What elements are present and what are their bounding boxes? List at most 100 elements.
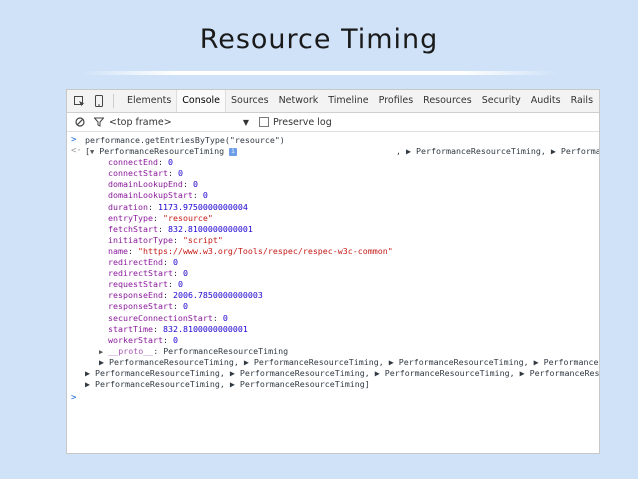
property-row: fetchStart: 832.8100000000001 <box>108 223 253 234</box>
console-command: performance.getEntriesByType("resource") <box>85 135 285 145</box>
property-key: connectStart <box>108 168 168 179</box>
property-row: duration: 1173.9750000000004 <box>108 201 248 212</box>
property-row: connectEnd: 0 <box>108 157 173 168</box>
property-row: requestStart: 0 <box>108 279 183 290</box>
property-row: connectStart: 0 <box>108 168 183 179</box>
property-row: domainLookupStart: 0 <box>108 190 208 201</box>
dropdown-caret-icon: ▼ <box>242 117 249 127</box>
tab-security[interactable]: Security <box>477 90 526 112</box>
property-value: 0 <box>172 257 178 268</box>
tab-timeline[interactable]: Timeline <box>323 90 373 112</box>
property-key: secureConnectionStart <box>108 312 213 323</box>
info-icon[interactable]: i <box>229 147 238 156</box>
property-list: connectEnd: 0 connectStart: 0 domainLookup… <box>67 157 599 346</box>
result-header-trailing: , ▶ PerformanceResourceTiming, ▶ Perform… <box>396 146 600 157</box>
tab-rails[interactable]: Rails <box>566 90 598 112</box>
property-key: connectEnd <box>108 157 158 168</box>
property-key: entryType <box>108 212 153 223</box>
property-value: 0 <box>192 179 198 190</box>
property-row: entryType: "resource" <box>108 212 213 223</box>
property-value: 0 <box>202 190 208 201</box>
tab-resources[interactable]: Resources <box>418 90 477 112</box>
collapsed-entry-row[interactable]: ▶ PerformanceResourceTiming, ▶ Performan… <box>67 368 599 379</box>
console-toolbar: <top frame> ▼ Preserve log <box>67 113 599 132</box>
property-key: workerStart <box>108 334 163 345</box>
collapsed-entry-text: ▶ PerformanceResourceTiming, ▶ Performan… <box>99 356 600 367</box>
property-key: initiatorType <box>108 234 173 245</box>
devtools-tabbar: Elements Console Sources Network Timeline Pro… <box>67 90 599 113</box>
collapsed-entry-row[interactable]: ▶ PerformanceResourceTiming, ▶ Performan… <box>67 379 599 390</box>
frame-selector[interactable]: <top frame> ▼ <box>109 117 249 128</box>
result-header-label: PerformanceResourceTiming <box>99 146 225 157</box>
console-prompt-line[interactable]: > <box>67 393 599 404</box>
prompt-chevron-icon: > <box>71 135 77 145</box>
frame-selector-label: <top frame> <box>109 116 172 128</box>
property-row: responseStart: 0 <box>108 301 188 312</box>
title-underline <box>80 71 558 75</box>
tab-network[interactable]: Network <box>274 90 324 112</box>
property-row: initiatorType: "script" <box>108 234 223 245</box>
property-value: 2006.7850000000003 <box>172 290 263 301</box>
property-key: startTime <box>108 323 153 334</box>
preserve-log-label: Preserve log <box>273 116 332 128</box>
tab-profiles[interactable]: Profiles <box>374 90 419 112</box>
property-value: 832.8100000000001 <box>162 323 248 334</box>
property-row: responseEnd: 2006.7850000000003 <box>108 290 263 301</box>
property-value: "https://www.w3.org/Tools/respec/respec-… <box>137 245 393 256</box>
console-result-header[interactable]: <· [▼ PerformanceResourceTiming i , ▶ Pe… <box>67 146 599 157</box>
tab-list: Elements Console Sources Network Timeline Pro… <box>122 90 598 112</box>
property-key: redirectEnd <box>108 257 163 268</box>
expand-triangle-icon[interactable]: ▶ <box>99 348 103 356</box>
collapsed-entry-row[interactable]: ▶ PerformanceResourceTiming, ▶ Performan… <box>67 357 599 368</box>
property-value: 0 <box>167 157 173 168</box>
expand-triangle-icon[interactable]: ▼ <box>90 148 94 156</box>
property-value: 0 <box>182 268 188 279</box>
collapsed-entries: ▶ PerformanceResourceTiming, ▶ Performan… <box>67 357 599 390</box>
property-value: 0 <box>222 312 228 323</box>
property-key: domainLookupStart <box>108 190 193 201</box>
devtools-panel: Elements Console Sources Network Timeline Pro… <box>66 89 600 454</box>
property-row: domainLookupEnd: 0 <box>108 179 198 190</box>
tab-elements[interactable]: Elements <box>122 90 176 112</box>
filter-icon[interactable] <box>92 116 105 129</box>
property-row: workerStart: 0 <box>108 334 178 345</box>
tab-console[interactable]: Console <box>176 90 226 112</box>
proto-value: PerformanceResourceTiming <box>163 345 289 356</box>
property-value: 1173.9750000000004 <box>157 201 248 212</box>
property-value: 832.8100000000001 <box>167 223 253 234</box>
property-row: startTime: 832.8100000000001 <box>108 323 248 334</box>
property-value: 0 <box>182 301 188 312</box>
collapsed-entry-text: ▶ PerformanceResourceTiming, ▶ Performan… <box>85 367 600 378</box>
property-key: redirectStart <box>108 268 173 279</box>
property-row: redirectEnd: 0 <box>108 257 178 268</box>
property-value: "script" <box>182 234 223 245</box>
property-key: requestStart <box>108 279 168 290</box>
console-output: > performance.getEntriesByType("resource… <box>67 132 599 404</box>
preserve-log-checkbox[interactable] <box>259 117 269 127</box>
tab-audits[interactable]: Audits <box>526 90 566 112</box>
property-key: domainLookupEnd <box>108 179 183 190</box>
clear-console-icon[interactable] <box>73 116 86 129</box>
result-arrow-icon: <· <box>71 146 82 157</box>
property-key: responseStart <box>108 301 173 312</box>
property-value: "resource" <box>162 212 213 223</box>
property-row: redirectStart: 0 <box>108 268 188 279</box>
slide-title: Resource Timing <box>199 24 439 55</box>
collapsed-entry-text: ▶ PerformanceResourceTiming, ▶ Performan… <box>85 379 370 390</box>
property-key: name <box>108 245 128 256</box>
property-value: 0 <box>172 334 178 345</box>
property-value: 0 <box>177 279 183 290</box>
toolbar-divider <box>113 94 114 108</box>
device-icon[interactable] <box>92 95 105 108</box>
inspect-icon[interactable] <box>73 95 86 108</box>
tab-sources[interactable]: Sources <box>226 90 274 112</box>
property-row: secureConnectionStart: 0 <box>108 312 228 323</box>
proto-line[interactable]: ▶ __proto__: PerformanceResourceTiming <box>67 346 599 357</box>
proto-key: __proto__ <box>108 345 154 356</box>
property-value: 0 <box>177 168 183 179</box>
prompt-chevron-icon: > <box>71 393 77 404</box>
property-key: responseEnd <box>108 290 163 301</box>
property-key: fetchStart <box>108 223 158 234</box>
property-key: duration <box>108 201 148 212</box>
property-row: name: "https://www.w3.org/Tools/respec/r… <box>108 245 393 256</box>
